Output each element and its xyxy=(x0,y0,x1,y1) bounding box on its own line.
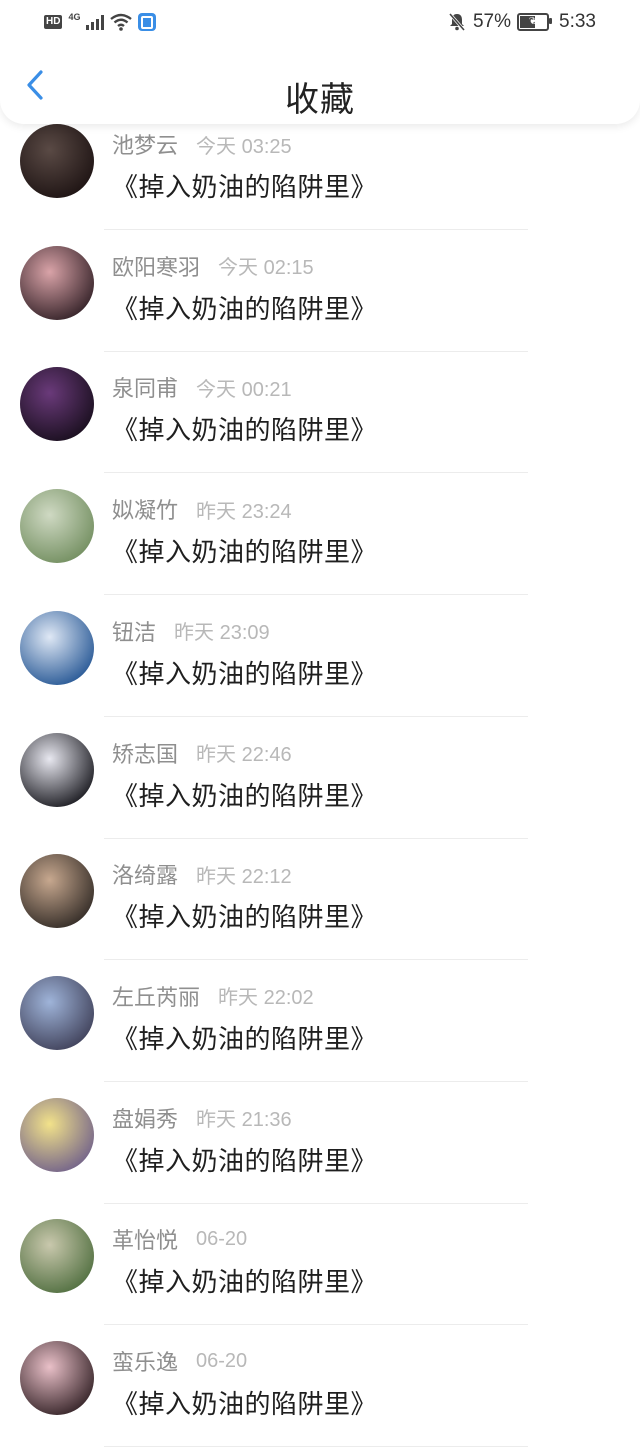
page-title: 收藏 xyxy=(285,81,355,119)
item-meta: 洛绮露 昨天 22:12 xyxy=(112,858,292,890)
user-name: 钮洁 xyxy=(112,619,157,645)
book-title: 《掉入奶油的陷阱里》 xyxy=(112,1023,378,1054)
book-title: 《掉入奶油的陷阱里》 xyxy=(112,1389,378,1419)
list-item[interactable]: 左丘芮丽 昨天 22:02 《掉入奶油的陷阱里》 xyxy=(0,960,640,1082)
user-name: 姒凝竹 xyxy=(112,498,179,524)
user-name: 欧阳寒羽 xyxy=(112,254,201,280)
timestamp: 今天 00:21 xyxy=(196,378,292,401)
item-meta: 钮洁 昨天 23:09 xyxy=(112,615,270,647)
list-item[interactable]: 姒凝竹 昨天 23:24 《掉入奶油的陷阱里》 xyxy=(0,473,640,596)
user-name: 盘娟秀 xyxy=(112,1106,179,1132)
avatar[interactable] xyxy=(20,732,94,807)
status-left: HD 4G xyxy=(44,10,157,34)
user-name: 革怡悦 xyxy=(112,1228,179,1254)
avatar[interactable] xyxy=(20,1341,94,1415)
list-item[interactable]: 钮洁 昨天 23:09 《掉入奶油的陷阱里》 xyxy=(0,595,640,717)
book-title: 《掉入奶油的陷阱里》 xyxy=(112,1145,378,1176)
status-right: 57% ❦ 5:33 xyxy=(447,10,596,34)
timestamp: 06-20 xyxy=(196,1227,248,1250)
item-meta: 盘娟秀 昨天 21:36 xyxy=(112,1102,292,1134)
avatar[interactable] xyxy=(20,489,94,564)
list-item[interactable]: 欧阳寒羽 今天 02:15 《掉入奶油的陷阱里》 xyxy=(0,230,640,352)
book-title: 《掉入奶油的陷阱里》 xyxy=(112,902,378,933)
avatar[interactable] xyxy=(20,975,94,1050)
item-meta: 矫志国 昨天 22:46 xyxy=(112,737,292,769)
avatar[interactable] xyxy=(20,854,94,929)
book-title: 《掉入奶油的陷阱里》 xyxy=(112,415,378,446)
user-name: 泉同甫 xyxy=(112,376,179,402)
user-name: 左丘芮丽 xyxy=(112,984,201,1010)
item-meta: 革怡悦 06-20 xyxy=(112,1223,247,1255)
user-name: 池梦云 xyxy=(112,133,179,158)
avatar[interactable] xyxy=(20,1219,94,1294)
user-name: 蛮乐逸 xyxy=(112,1350,179,1375)
clock: 5:33 xyxy=(559,11,596,32)
app-notification-icon xyxy=(138,13,157,31)
item-meta: 欧阳寒羽 今天 02:15 xyxy=(112,250,314,282)
battery-icon: ❦ xyxy=(517,13,553,31)
item-meta: 蛮乐逸 06-20 xyxy=(112,1345,247,1377)
book-title: 《掉入奶油的陷阱里》 xyxy=(112,172,378,202)
avatar[interactable] xyxy=(20,367,94,442)
book-title: 《掉入奶油的陷阱里》 xyxy=(112,1267,378,1298)
avatar[interactable] xyxy=(20,124,94,198)
timestamp: 昨天 21:36 xyxy=(196,1109,292,1132)
list-item[interactable]: 革怡悦 06-20 《掉入奶油的陷阱里》 xyxy=(0,1203,640,1326)
list-item[interactable]: 盘娟秀 昨天 21:36 《掉入奶油的陷阱里》 xyxy=(0,1082,640,1204)
list-item[interactable]: 蛮乐逸 06-20 《掉入奶油的陷阱里》 xyxy=(0,1325,640,1447)
hd-indicator: HD xyxy=(44,15,63,29)
list-item[interactable]: 池梦云 今天 03:25 《掉入奶油的陷阱里》 xyxy=(0,108,640,230)
item-meta: 左丘芮丽 昨天 22:02 xyxy=(112,980,314,1012)
item-meta: 姒凝竹 昨天 23:24 xyxy=(112,493,292,525)
timestamp: 06-20 xyxy=(196,1349,248,1372)
timestamp: 昨天 22:46 xyxy=(196,744,292,766)
book-title: 《掉入奶油的陷阱里》 xyxy=(112,780,378,811)
item-meta: 池梦云 今天 03:25 xyxy=(112,128,292,160)
timestamp: 昨天 22:12 xyxy=(196,865,292,888)
timestamp: 今天 03:25 xyxy=(196,135,292,158)
header-bar: 收藏 xyxy=(0,44,640,124)
timestamp: 昨天 22:02 xyxy=(218,987,314,1010)
timestamp: 昨天 23:09 xyxy=(174,622,270,645)
book-title: 《掉入奶油的陷阱里》 xyxy=(112,658,378,689)
timestamp: 今天 02:15 xyxy=(218,257,314,280)
list-item[interactable]: 泉同甫 今天 00:21 《掉入奶油的陷阱里》 xyxy=(0,351,640,474)
book-title: 《掉入奶油的陷阱里》 xyxy=(112,537,378,568)
user-name: 矫志国 xyxy=(112,741,179,767)
status-bar: HD 4G 57% ❦ 5:33 xyxy=(0,0,640,44)
network-type: 4G xyxy=(68,12,81,22)
avatar[interactable] xyxy=(20,1097,94,1172)
avatar[interactable] xyxy=(20,245,94,320)
list-item[interactable]: 矫志国 昨天 22:46 《掉入奶油的陷阱里》 xyxy=(0,717,640,839)
wifi-icon xyxy=(110,13,133,31)
book-title: 《掉入奶油的陷阱里》 xyxy=(112,293,378,324)
bell-muted-icon xyxy=(448,13,466,31)
signal-icon xyxy=(86,14,105,30)
item-meta: 泉同甫 今天 00:21 xyxy=(112,371,292,403)
list-item[interactable]: 洛绮露 昨天 22:12 《掉入奶油的陷阱里》 xyxy=(0,838,640,961)
timestamp: 昨天 23:24 xyxy=(196,500,292,523)
avatar[interactable] xyxy=(20,610,94,685)
battery-percent: 57% xyxy=(472,11,512,32)
user-name: 洛绮露 xyxy=(112,863,179,889)
